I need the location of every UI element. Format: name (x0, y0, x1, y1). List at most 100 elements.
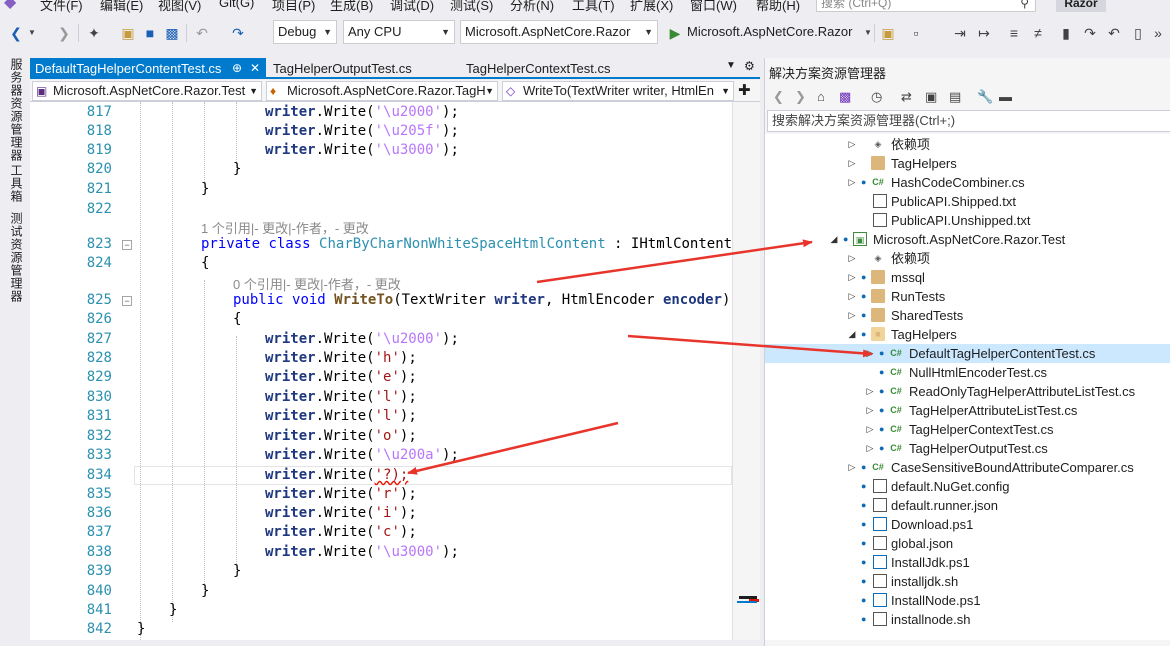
quick-launch-search[interactable]: 搜索 (Ctrl+Q) ⚲ (816, 0, 1036, 12)
menu-analyze[interactable]: 分析(N) (510, 0, 554, 14)
menu-test[interactable]: 测试(S) (450, 0, 493, 14)
toolbox-tab[interactable]: 工具箱 (8, 164, 25, 203)
back-icon[interactable]: ❮ (773, 89, 784, 105)
settings-gear-icon[interactable]: ⚙ (744, 59, 755, 73)
expand-arrow-icon[interactable]: ▷ (865, 439, 875, 458)
forward-icon[interactable]: ❯ (795, 89, 806, 105)
menu-file[interactable]: 文件(F) (40, 0, 83, 14)
tree-item-file-selected[interactable]: ▷ ● C# DefaultTagHelperContentTest.cs (765, 344, 1170, 363)
menu-tools[interactable]: 工具(T) (572, 0, 615, 14)
tree-item-file[interactable]: ● InstallNode.ps1 (765, 591, 1170, 610)
pending-changes-filter-icon[interactable]: ◷ (871, 89, 882, 105)
expand-arrow-icon[interactable]: ▷ (847, 154, 857, 173)
home-icon[interactable]: ⌂ (817, 89, 825, 104)
new-item-icon[interactable]: ✦ (86, 24, 102, 42)
browser-link-icon[interactable]: ▫ (908, 24, 924, 42)
solution-configuration-select[interactable]: Debug ▼ (273, 20, 337, 44)
uncomment-lines-icon[interactable]: ≠ (1030, 24, 1046, 42)
collapse-arrow-icon[interactable]: ◢ (847, 325, 857, 344)
menu-window[interactable]: 窗口(W) (690, 0, 737, 14)
open-folder-icon[interactable]: ▣ (120, 24, 136, 42)
tree-item-file[interactable]: ● installnode.sh (765, 610, 1170, 629)
expand-arrow-icon[interactable]: ▷ (847, 287, 857, 306)
menu-extensions[interactable]: 扩展(X) (630, 0, 673, 14)
bookmark-icon[interactable]: ▮ (1058, 24, 1074, 42)
tree-item-folder[interactable]: ▷ ● ■ SharedTests (765, 306, 1170, 325)
tree-item-file[interactable]: ▷ ● C# CaseSensitiveBoundAttributeCompar… (765, 458, 1170, 477)
back-icon[interactable]: ❮ (8, 24, 24, 42)
project-dropdown[interactable]: ▣ Microsoft.AspNetCore.Razor.Test ▼ (32, 81, 262, 101)
menu-edit[interactable]: 编辑(E) (100, 0, 143, 14)
code-editor[interactable]: 817 818 819 820 821 822 823 824 825 826 … (30, 102, 760, 640)
test-explorer-tab[interactable]: 测试资源管理器 (8, 212, 25, 303)
expand-arrow-icon[interactable]: ▷ (847, 458, 857, 477)
collapse-region-toggle[interactable]: − (122, 296, 132, 306)
expand-arrow-icon[interactable]: ▷ (865, 344, 875, 363)
tree-item-file[interactable]: ● Download.ps1 (765, 515, 1170, 534)
expand-arrow-icon[interactable]: ▷ (847, 249, 857, 268)
split-editor-icon[interactable]: ✚ (738, 81, 751, 99)
redo-icon[interactable]: ↷ (230, 24, 246, 42)
collapse-arrow-icon[interactable]: ◢ (829, 230, 839, 249)
menu-git[interactable]: Git(G) (219, 0, 254, 10)
tab-tag-helper-context-test[interactable]: TagHelperContextTest.cs (461, 58, 651, 79)
expand-arrow-icon[interactable]: ▷ (847, 268, 857, 287)
tree-item-file[interactable]: ▷ ● C# TagHelperOutputTest.cs (765, 439, 1170, 458)
prev-bookmark-icon[interactable]: ↶ (1106, 24, 1122, 42)
comment-lines-icon[interactable]: ≡ (1006, 24, 1022, 42)
tree-item-file[interactable]: ▷ ● C# HashCodeCombiner.cs (765, 173, 1170, 192)
tree-item-dependencies[interactable]: ▷ ◈ 依赖项 (765, 135, 1170, 154)
browse-folder-icon[interactable]: ▣ (880, 24, 896, 42)
expand-arrow-icon[interactable]: ▷ (865, 401, 875, 420)
close-icon[interactable]: ✕ (250, 58, 260, 79)
step-over-icon[interactable]: ↦ (976, 24, 992, 42)
sync-with-document-icon[interactable]: ⇄ (901, 89, 912, 105)
tree-item-file[interactable]: PublicAPI.Shipped.txt (765, 192, 1170, 211)
collapse-region-toggle[interactable]: − (122, 240, 132, 250)
tree-item-folder[interactable]: ▷ ● ■ mssql (765, 268, 1170, 287)
back-dropdown-icon[interactable]: ▼ (24, 24, 40, 42)
tree-item-dependencies[interactable]: ▷ ◈ 依赖项 (765, 249, 1170, 268)
show-all-files-icon[interactable]: ▤ (949, 89, 961, 105)
start-debugging-icon[interactable]: ▶ (667, 24, 683, 42)
server-explorer-tab[interactable]: 服务器资源管理器 (8, 58, 25, 162)
next-bookmark-icon[interactable]: ↷ (1082, 24, 1098, 42)
preview-selected-icon[interactable]: ▬ (999, 89, 1012, 104)
menu-build[interactable]: 生成(B) (330, 0, 373, 14)
save-all-icon[interactable]: ▩ (164, 24, 180, 42)
tree-item-file[interactable]: PublicAPI.Unshipped.txt (765, 211, 1170, 230)
step-into-icon[interactable]: ⇥ (952, 24, 968, 42)
startup-project-select[interactable]: Microsoft.AspNetCore.Razor ▼ (460, 20, 658, 44)
expand-arrow-icon[interactable]: ▷ (865, 420, 875, 439)
tree-item-file[interactable]: ● InstallJdk.ps1 (765, 553, 1170, 572)
tree-item-folder[interactable]: ▷ ● ■ RunTests (765, 287, 1170, 306)
collapse-all-icon[interactable]: ▣ (925, 89, 937, 105)
toolbar-overflow-icon[interactable]: » (1150, 24, 1166, 42)
tree-item-file[interactable]: ● default.NuGet.config (765, 477, 1170, 496)
tab-default-tag-helper-content-test[interactable]: DefaultTagHelperContentTest.cs ⊕ ✕ (30, 58, 266, 79)
solution-explorer-search[interactable]: 搜索解决方案资源管理器(Ctrl+;) (767, 110, 1170, 132)
tree-item-file[interactable]: ● C# NullHtmlEncoderTest.cs (765, 363, 1170, 382)
member-dropdown[interactable]: ◇ WriteTo(TextWriter writer, HtmlEn ▼ (502, 81, 734, 101)
properties-wrench-icon[interactable]: 🔧 (977, 89, 993, 105)
expand-arrow-icon[interactable]: ▷ (847, 306, 857, 325)
switch-views-icon[interactable]: ▩ (839, 89, 851, 105)
expand-arrow-icon[interactable]: ▷ (865, 382, 875, 401)
forward-icon[interactable]: ❯ (56, 24, 72, 42)
tree-item-folder[interactable]: ◢ ● ■ TagHelpers (765, 325, 1170, 344)
tab-list-dropdown-icon[interactable]: ▼ (726, 60, 736, 71)
save-icon[interactable]: ■ (142, 24, 158, 42)
tree-item-project[interactable]: ◢ ● ▣ Microsoft.AspNetCore.Razor.Test (765, 230, 1170, 249)
tab-tag-helper-output-test[interactable]: TagHelperOutputTest.cs (268, 58, 458, 79)
tree-item-file[interactable]: ▷ ● C# TagHelperContextTest.cs (765, 420, 1170, 439)
editor-vertical-scrollbar[interactable] (732, 102, 760, 640)
tree-item-file[interactable]: ● global.json (765, 534, 1170, 553)
menu-project[interactable]: 项目(P) (272, 0, 315, 14)
solution-platform-select[interactable]: Any CPU ▼ (343, 20, 455, 44)
tree-item-folder[interactable]: ▷ ■ TagHelpers (765, 154, 1170, 173)
start-debugging-button[interactable]: Microsoft.AspNetCore.Razor (687, 24, 852, 39)
menu-help[interactable]: 帮助(H) (756, 0, 800, 14)
type-dropdown[interactable]: ♦ Microsoft.AspNetCore.Razor.TagH ▼ (266, 81, 498, 101)
expand-arrow-icon[interactable]: ▷ (847, 135, 857, 154)
tree-item-file[interactable]: ● default.runner.json (765, 496, 1170, 515)
